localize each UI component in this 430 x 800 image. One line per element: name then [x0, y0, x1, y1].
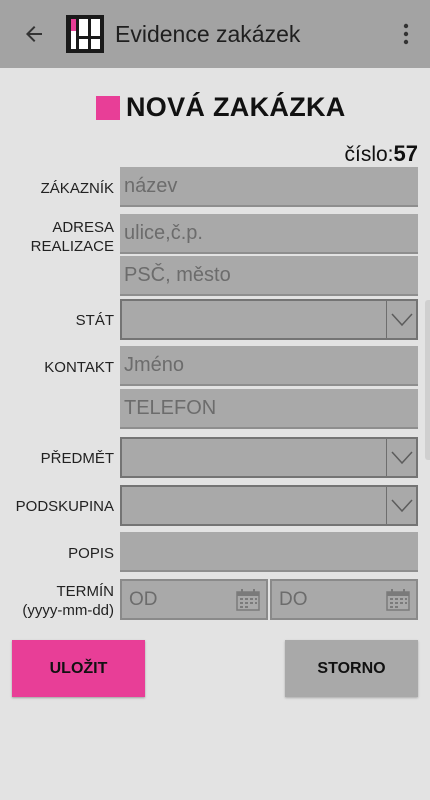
contact-label: KONTAKT: [44, 359, 114, 376]
app-bar: Evidence zakázek: [0, 0, 430, 68]
page-heading: NOVÁ ZAKÁZKA: [96, 92, 346, 123]
date-to-input[interactable]: DO: [270, 579, 418, 620]
calendar-icon[interactable]: [386, 588, 410, 611]
term-label-line1: TERMÍN: [56, 583, 115, 600]
customer-input[interactable]: název: [120, 167, 418, 207]
dropdown-arrow: [386, 301, 416, 338]
city-input[interactable]: PSČ, město: [120, 256, 418, 296]
accent-square: [96, 95, 120, 120]
order-number-label: číslo:: [344, 143, 394, 166]
contact-name-input[interactable]: Jméno: [120, 346, 418, 386]
contact-phone-input[interactable]: TELEFON: [120, 389, 418, 429]
dropdown-arrow: [386, 487, 416, 524]
dropdown-arrow: [386, 439, 416, 476]
subgroup-label: PODSKUPINA: [15, 498, 114, 515]
app-logo: [66, 15, 104, 53]
calendar-icon[interactable]: [236, 588, 260, 611]
subgroup-select[interactable]: [120, 485, 418, 526]
subject-select[interactable]: [120, 437, 418, 478]
overflow-menu-button[interactable]: [382, 0, 430, 68]
term-label-line2: (yyyy-mm-dd): [22, 602, 114, 619]
cancel-button[interactable]: STORNO: [285, 640, 418, 697]
page-title: NOVÁ ZAKÁZKA: [126, 92, 346, 122]
app-title: Evidence zakázek: [115, 20, 301, 47]
street-placeholder: ulice,č.p.: [124, 221, 203, 244]
description-input[interactable]: [120, 532, 418, 572]
date-from-placeholder: OD: [129, 588, 158, 610]
back-button[interactable]: [0, 0, 68, 68]
country-select[interactable]: [120, 299, 418, 340]
term-label: TERMÍN (yyyy-mm-dd): [22, 582, 114, 620]
city-placeholder: PSČ, město: [124, 263, 231, 286]
order-number-value: 57: [393, 141, 418, 166]
address-label-line1: ADRESA: [52, 219, 114, 236]
description-label: POPIS: [68, 545, 114, 562]
contact-name-placeholder: Jméno: [124, 353, 185, 376]
address-label-line2: REALIZACE: [30, 238, 114, 255]
chevron-down-icon: [390, 498, 413, 512]
vertical-dots-icon: [403, 23, 409, 45]
country-label: STÁT: [75, 312, 114, 329]
date-from-input[interactable]: OD: [120, 579, 268, 620]
subject-label: PŘEDMĚT: [40, 450, 114, 467]
date-to-placeholder: DO: [279, 588, 308, 610]
address-label: ADRESA REALIZACE: [31, 218, 114, 256]
street-input[interactable]: ulice,č.p.: [120, 214, 418, 254]
customer-label: ZÁKAZNÍK: [40, 180, 114, 197]
edge-panel-handle[interactable]: [425, 300, 430, 460]
customer-placeholder: název: [124, 174, 178, 197]
order-number: číslo:57: [345, 141, 419, 167]
chevron-down-icon: [390, 312, 413, 326]
save-button[interactable]: ULOŽIT: [12, 640, 145, 697]
chevron-down-icon: [390, 450, 413, 464]
arrow-left-icon: [26, 26, 42, 42]
contact-phone-placeholder: TELEFON: [124, 396, 217, 419]
